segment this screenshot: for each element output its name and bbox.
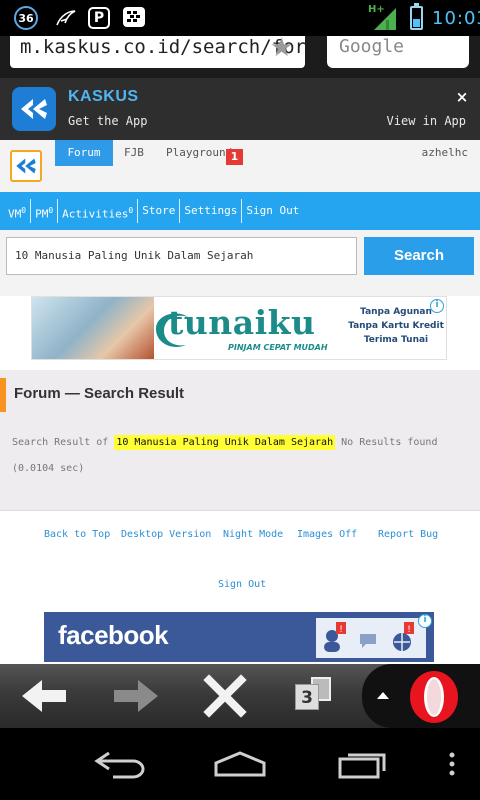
close-banner-button[interactable]: × <box>452 88 472 106</box>
user-menu-count: 0 <box>48 206 54 215</box>
ad-info-icon[interactable]: i <box>418 614 432 628</box>
facebook-notification-icons: ! ! <box>316 618 426 658</box>
tab-playground[interactable]: Playground <box>166 140 232 166</box>
url-input[interactable]: m.kaskus.co.id/search/forum? <box>10 36 305 68</box>
result-prefix: Search Result of <box>12 437 109 448</box>
tab-fjb[interactable]: FJB <box>124 140 144 166</box>
pinterest-icon: P <box>88 7 110 29</box>
result-message: Search Result of 10 Manusia Paling Unik … <box>12 430 457 482</box>
web-page: Forum FJB Playground 1 azhelhc VM0 PM0 A… <box>0 140 480 664</box>
kaskus-logo[interactable] <box>10 150 42 182</box>
android-nav-bar <box>0 728 480 800</box>
user-menu-count: 0 <box>128 206 134 215</box>
images-off-link[interactable]: Images Off <box>297 529 357 540</box>
browser-toolbar: 3 <box>0 664 480 728</box>
bbm-icon <box>123 7 145 27</box>
back-arrow-icon[interactable] <box>10 664 80 728</box>
desktop-version-link[interactable]: Desktop Version <box>121 529 211 540</box>
battery-icon <box>410 3 423 30</box>
tab-count: 3 <box>295 684 319 710</box>
view-in-app-link[interactable]: View in App <box>387 114 466 128</box>
ad-copy-line: Terima Tunai <box>363 335 429 345</box>
back-to-top-link[interactable]: Back to Top <box>44 529 110 540</box>
stop-loading-icon[interactable] <box>190 664 260 728</box>
user-menu-label: Activities <box>62 207 129 221</box>
tunaiku-ad-banner[interactable]: tunaiku PINJAM CEPAT MUDAH Tanpa Agunan … <box>31 296 447 360</box>
ad-copy: Tanpa Agunan Tanpa Kartu Kredit Terima T… <box>346 305 446 347</box>
browser-address-bar: m.kaskus.co.id/search/forum? ★ Google <box>0 36 480 78</box>
app-name: KASKUS <box>68 88 139 105</box>
result-query-highlight: 10 Manusia Paling Unik Dalam Sejarah <box>114 435 336 450</box>
kaskus-app-logo <box>12 87 56 131</box>
user-menu-label: PM <box>35 207 49 221</box>
notification-count-icon: 36 <box>14 6 38 30</box>
clock: 10:03 <box>432 8 480 29</box>
opera-menu-button[interactable] <box>362 664 480 728</box>
site-top-nav: Forum FJB Playground 1 azhelhc <box>0 140 480 192</box>
panel-spacer <box>0 360 480 370</box>
forward-arrow-icon[interactable] <box>100 664 170 728</box>
search-input[interactable]: 10 Manusia Paling Unik Dalam Sejarah <box>6 237 357 275</box>
user-menu-count: 0 <box>21 206 27 215</box>
ad-tagline: PINJAM CEPAT MUDAH <box>228 343 328 352</box>
user-menu-sign-out[interactable]: Sign Out <box>242 199 303 223</box>
user-menu-settings[interactable]: Settings <box>180 199 243 223</box>
svg-text:!: ! <box>407 625 411 635</box>
ad-copy-line: Tanpa Kartu Kredit <box>348 321 444 331</box>
signal-icon <box>374 8 396 30</box>
username-link[interactable]: azhelhc <box>422 140 468 166</box>
user-menu-activities[interactable]: Activities0 <box>58 199 139 223</box>
facebook-ad-banner[interactable]: facebook ! ! i <box>44 612 434 662</box>
footer-sign-out-link[interactable]: Sign Out <box>218 579 266 590</box>
playground-badge: 1 <box>226 149 243 165</box>
notification-count: 36 <box>18 11 34 25</box>
ad-info-icon[interactable]: i <box>430 299 444 313</box>
svg-text:!: ! <box>339 625 343 635</box>
app-install-banner: KASKUS Get the App × View in App <box>0 78 480 140</box>
nav-recent-apps-icon[interactable] <box>332 742 392 786</box>
search-result-panel: Forum — Search Result Search Result of 1… <box>0 360 480 510</box>
user-menu-pm[interactable]: PM0 <box>31 199 59 223</box>
user-menu-store[interactable]: Store <box>138 199 181 223</box>
user-menu-bar: VM0 PM0 Activities0 Store Settings Sign … <box>0 192 480 230</box>
tab-forum[interactable]: Forum <box>55 140 113 166</box>
opera-logo-icon <box>410 671 458 723</box>
search-row: 10 Manusia Paling Unik Dalam Sejarah Sea… <box>0 230 480 296</box>
ad-brand: tunaiku <box>168 303 316 342</box>
ad-photo <box>32 297 154 359</box>
accent-bar <box>0 378 6 412</box>
report-bug-link[interactable]: Report Bug <box>378 529 438 540</box>
bookmark-star-icon[interactable]: ★ <box>270 36 300 62</box>
page-footer: Back to Top Desktop Version Night Mode I… <box>0 510 480 664</box>
search-button[interactable]: Search <box>364 237 474 275</box>
nav-home-icon[interactable] <box>210 742 270 786</box>
feather-icon <box>54 7 78 29</box>
nav-back-icon[interactable] <box>90 742 150 786</box>
user-menu-vm[interactable]: VM0 <box>4 199 32 223</box>
status-bar: 36 P H+ 10:03 <box>0 0 480 36</box>
result-title: Forum — Search Result <box>14 385 185 402</box>
night-mode-link[interactable]: Night Mode <box>223 529 283 540</box>
user-menu-label: VM <box>8 207 22 221</box>
facebook-brand: facebook <box>58 620 169 650</box>
tabs-button[interactable]: 3 <box>280 664 350 728</box>
nav-menu-icon[interactable] <box>440 742 464 786</box>
app-subtitle: Get the App <box>68 114 148 128</box>
browser-search-input[interactable]: Google <box>327 36 469 68</box>
chevron-up-icon <box>377 692 389 699</box>
